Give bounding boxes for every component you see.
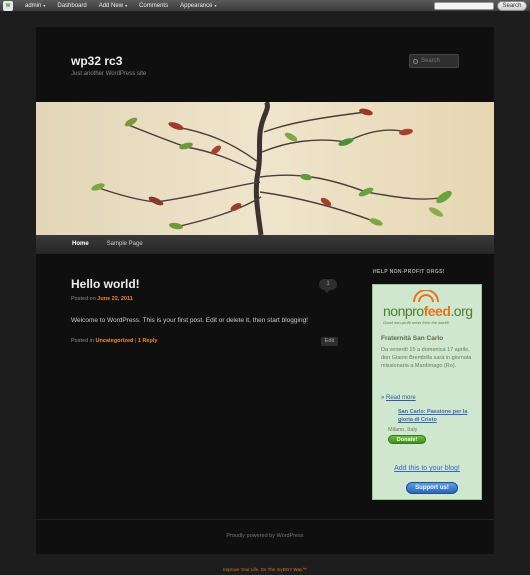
read-more: » Read more — [381, 395, 416, 401]
admin-menu[interactable]: admin ▾ — [19, 0, 51, 12]
nav-item-home[interactable]: Home — [63, 235, 98, 254]
page-wrapper: wp32 rc3 Just another WordPress site Sea… — [36, 27, 494, 554]
nonprofeed-tagline: Good non-profit news from the world! — [383, 320, 449, 325]
header-image — [36, 102, 494, 235]
bottom-credit[interactable]: Improve Your Life, Do The myDGY Way™ — [0, 567, 530, 572]
wordpress-logo-icon[interactable]: W — [3, 0, 13, 11]
support-us-button[interactable]: Support us! — [406, 482, 458, 494]
post-date-link[interactable]: June 22, 2011 — [97, 296, 132, 302]
logo-part-org: .org — [450, 303, 473, 319]
add-new-menu[interactable]: Add New ▾ — [93, 0, 133, 12]
donate-button[interactable]: Donate! — [388, 435, 426, 444]
appearance-menu[interactable]: Appearance ▾ — [174, 0, 222, 12]
widget-title: HELP NON-PROFIT ORGS! — [373, 269, 445, 275]
nav-item-sample-page[interactable]: Sample Page — [98, 235, 152, 254]
dashboard-label: Dashboard — [57, 2, 87, 9]
add-new-label: Add New — [98, 2, 124, 9]
logo-part-nonpro: nonpro — [383, 303, 424, 319]
dashboard-link[interactable]: Dashboard — [51, 0, 92, 12]
site-title[interactable]: wp32 rc3 — [71, 54, 122, 68]
main-navigation: Home Sample Page — [36, 235, 494, 254]
comment-count-bubble[interactable]: 1 — [319, 279, 337, 293]
edit-post-button[interactable]: Edit — [321, 337, 338, 346]
read-more-link[interactable]: Read more — [386, 395, 416, 401]
appearance-label: Appearance — [180, 2, 213, 9]
chevron-down-icon: ▾ — [125, 2, 128, 8]
posted-in-label: Posted in — [71, 338, 96, 344]
organization-description: Da venerdì 15 a domenica 17 aprile, don … — [381, 347, 472, 369]
chevron-down-icon: ▾ — [214, 2, 217, 8]
comments-link[interactable]: Comments — [133, 0, 174, 12]
admin-search-button[interactable]: Search — [497, 1, 527, 11]
comments-label: Comments — [139, 2, 169, 9]
admin-bar: W admin ▾ Dashboard Add New ▾ Comments App… — [0, 0, 530, 12]
admin-search-input[interactable] — [434, 2, 494, 10]
site-footer: Proudly powered by WordPress — [36, 519, 494, 554]
search-icon — [413, 58, 418, 64]
post-date-line: Posted on June 22, 2011 — [71, 296, 133, 302]
event-place: Milano, Italy — [388, 427, 418, 433]
category-link[interactable]: Uncategorized — [95, 338, 133, 344]
feed-waves-icon — [413, 290, 439, 303]
add-to-blog-link[interactable]: Add this to your blog! — [373, 465, 481, 472]
post-meta: Posted in Uncategorized | 1 Reply — [71, 338, 157, 344]
bonsai-tree-image — [36, 102, 494, 235]
footer-credit[interactable]: Proudly powered by WordPress — [36, 533, 494, 539]
logo-part-feed: feed — [423, 303, 451, 319]
post-content: Welcome to WordPress. This is your first… — [71, 317, 308, 324]
search-placeholder: Search — [421, 58, 441, 64]
reply-link[interactable]: 1 Reply — [138, 338, 158, 344]
header-search-input[interactable]: Search — [409, 54, 459, 68]
admin-menu-label: admin — [25, 2, 42, 9]
post-title[interactable]: Hello world! — [71, 277, 140, 291]
posted-on-label: Posted on — [71, 296, 98, 302]
nonprofeed-logo[interactable]: nonprofeed.org — [383, 303, 473, 319]
event-title-link[interactable]: San Carlo: Passione per la gloria di Cri… — [398, 408, 482, 424]
chevron-down-icon: ▾ — [43, 2, 46, 8]
site-description: Just another WordPress site — [71, 71, 147, 77]
organization-name: Fraternità San Carlo — [381, 335, 444, 342]
nonprofeed-widget: nonprofeed.org Good non-profit news from… — [372, 284, 482, 500]
